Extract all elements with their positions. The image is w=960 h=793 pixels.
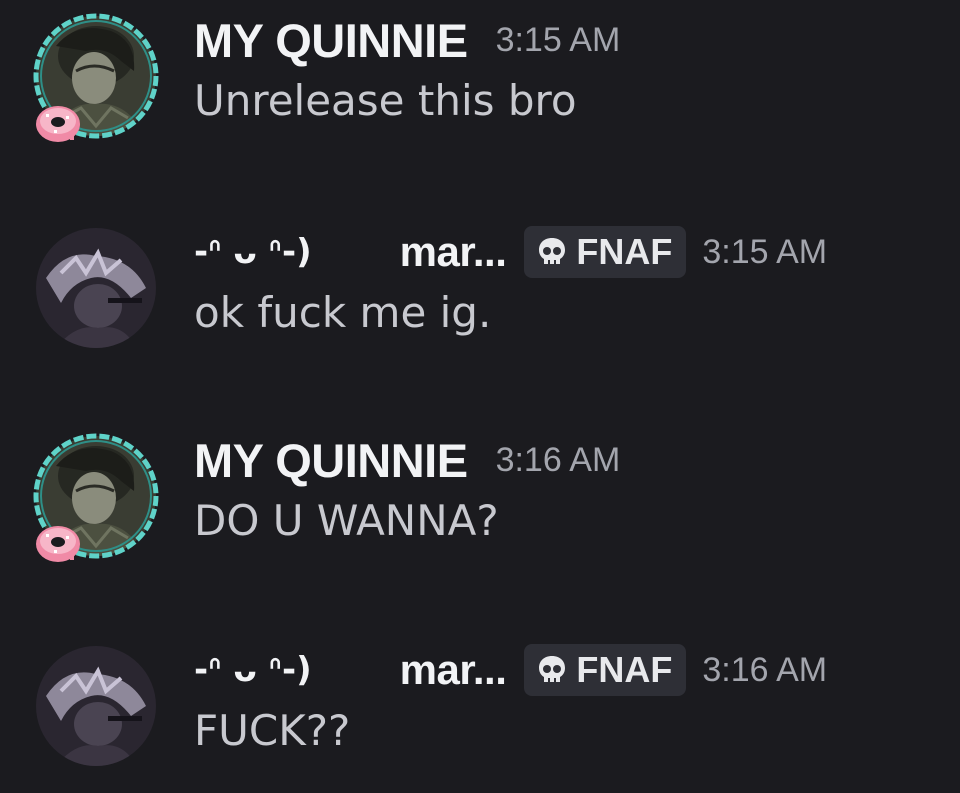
avatar-quinnie[interactable] bbox=[32, 12, 162, 142]
timestamp: 3:15 AM bbox=[702, 232, 828, 271]
message-header: -ᐢ ᴗ ᐢ-) mar... FNAF 3:15 AM bbox=[194, 220, 827, 284]
message-header: MY QUINNIE 3:16 AM bbox=[194, 428, 620, 492]
avatar-mar[interactable] bbox=[32, 224, 162, 354]
avatar-image bbox=[36, 228, 156, 348]
message-item[interactable]: MY QUINNIE 3:15 AM Unrelease this bro bbox=[0, 0, 960, 180]
message-header: MY QUINNIE 3:15 AM bbox=[194, 8, 620, 72]
message-item[interactable]: MY QUINNIE 3:16 AM DO U WANNA? bbox=[0, 420, 960, 600]
server-tag[interactable]: FNAF bbox=[524, 644, 687, 696]
username[interactable]: MY QUINNIE bbox=[194, 433, 468, 488]
message-item[interactable]: -ᐢ ᴗ ᐢ-) mar... FNAF 3:15 AM ok fuck me … bbox=[0, 212, 960, 392]
skull-icon bbox=[539, 656, 566, 682]
timestamp: 3:16 AM bbox=[495, 440, 621, 479]
message-content: Unrelease this bro bbox=[194, 76, 577, 125]
message-content: ok fuck me ig. bbox=[194, 288, 492, 337]
message-content: FUCK?? bbox=[194, 706, 351, 755]
username[interactable]: MY QUINNIE bbox=[194, 13, 468, 68]
timestamp: 3:15 AM bbox=[495, 20, 621, 59]
tag-label: FNAF bbox=[576, 231, 673, 272]
message-header: -ᐢ ᴗ ᐢ-) mar... FNAF 3:16 AM bbox=[194, 638, 827, 702]
server-tag[interactable]: FNAF bbox=[524, 226, 687, 278]
username[interactable]: mar... bbox=[400, 646, 507, 694]
tag-label: FNAF bbox=[576, 649, 673, 690]
display-name[interactable]: -ᐢ ᴗ ᐢ-) bbox=[194, 650, 312, 690]
avatar-mar[interactable] bbox=[32, 642, 162, 772]
skull-icon bbox=[539, 238, 566, 264]
chat-messages: MY QUINNIE 3:15 AM Unrelease this bro -ᐢ… bbox=[0, 0, 960, 793]
donut-icon bbox=[36, 526, 80, 562]
message-content: DO U WANNA? bbox=[194, 496, 499, 545]
message-item[interactable]: -ᐢ ᴗ ᐢ-) mar... FNAF 3:16 AM FUCK?? bbox=[0, 630, 960, 793]
avatar-quinnie[interactable] bbox=[32, 432, 162, 562]
donut-icon bbox=[36, 106, 80, 142]
timestamp: 3:16 AM bbox=[702, 650, 828, 689]
username[interactable]: mar... bbox=[400, 228, 507, 276]
avatar-image bbox=[36, 646, 156, 766]
display-name[interactable]: -ᐢ ᴗ ᐢ-) bbox=[194, 232, 312, 272]
